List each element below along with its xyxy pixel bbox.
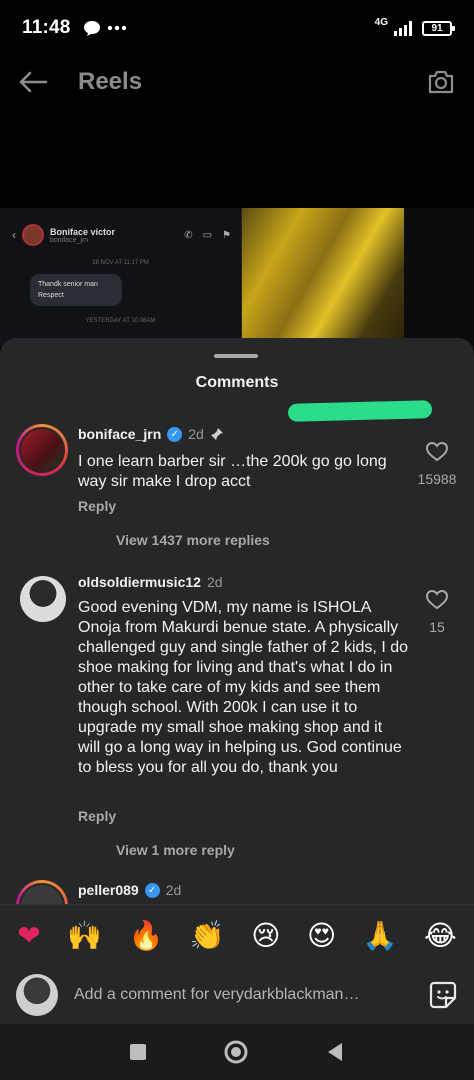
comment-age: 2d: [206, 574, 223, 590]
verified-badge-icon: ✓: [144, 882, 160, 898]
more-notifications-icon: [107, 25, 126, 31]
emoji-pray-button[interactable]: 🙏: [363, 921, 398, 950]
view-replies-button[interactable]: View 1 more reply: [116, 842, 235, 858]
avatar[interactable]: [20, 576, 66, 622]
avatar: [16, 974, 58, 1016]
comment-input[interactable]: Add a comment for verydarkblackman…: [74, 986, 359, 1004]
battery-icon: 91: [422, 20, 455, 36]
avatar: [22, 224, 44, 246]
dm-screenshot: ‹ Boniface victor boniface_jrn ✆ ▭ ⚑ 28 …: [0, 208, 242, 348]
reply-button[interactable]: Reply: [78, 498, 116, 514]
pin-icon: [210, 428, 223, 440]
chevron-left-icon: ‹: [12, 228, 16, 242]
reply-button[interactable]: Reply: [78, 808, 116, 824]
like-count: 15988: [417, 471, 457, 487]
battery-level: 91: [431, 22, 443, 34]
comment-composer: Add a comment for verydarkblackman…: [0, 966, 474, 1024]
flag-icon: ⚑: [222, 229, 231, 241]
view-replies-button[interactable]: View 1437 more replies: [116, 532, 270, 548]
status-time: 11:48: [22, 17, 71, 38]
emoji-laugh-button[interactable]: 😂: [424, 921, 457, 950]
heart-icon[interactable]: [425, 441, 449, 462]
comment-username[interactable]: peller089: [78, 882, 139, 898]
comment-age: 2d: [165, 882, 182, 898]
back-button-icon[interactable]: [324, 1041, 346, 1063]
avatar[interactable]: [16, 424, 68, 476]
video-artwork: [242, 208, 404, 348]
verified-badge-icon: ✓: [167, 426, 183, 442]
page-title: Reels: [78, 68, 143, 95]
comment-text: Good evening VDM, my name is ISHOLA Onoj…: [78, 599, 408, 776]
dm-date: YESTERDAY AT 10:06AM: [85, 318, 156, 324]
highlight-mark: [287, 400, 433, 422]
signal-icon: [394, 21, 412, 36]
sticker-icon[interactable]: [428, 980, 458, 1010]
back-arrow-icon[interactable]: [18, 71, 48, 93]
sheet-title: Comments: [195, 374, 279, 391]
emoji-heart-eyes-button[interactable]: 😍: [307, 921, 336, 950]
reel-video-preview[interactable]: ‹ Boniface victor boniface_jrn ✆ ▭ ⚑ 28 …: [0, 208, 474, 348]
video-icon: ▭: [202, 229, 213, 241]
emoji-raised-hands-button[interactable]: 🙌: [67, 921, 102, 950]
comment-age: 2d: [188, 426, 204, 442]
dm-handle: boniface_jrn: [50, 236, 89, 244]
recents-button-icon[interactable]: [128, 1042, 148, 1062]
dm-name: Boniface victor: [50, 226, 116, 237]
emoji-fire-button[interactable]: 🔥: [129, 921, 164, 950]
emoji-clap-button[interactable]: 👏: [190, 921, 225, 950]
emoji-reaction-bar: ❤ 🙌 🔥 👏 😢 😍 🙏 😂: [0, 904, 474, 966]
drag-handle[interactable]: [214, 354, 258, 358]
comment-username[interactable]: oldsoldiermusic12: [78, 574, 201, 590]
message-notification-icon: [83, 21, 100, 36]
heart-icon[interactable]: [425, 589, 449, 610]
home-button-icon[interactable]: [223, 1039, 249, 1065]
dm-message: Thandk senior man Respect: [30, 274, 122, 306]
like-count: 15: [429, 619, 445, 635]
system-nav-bar: [0, 1024, 474, 1080]
dm-date: 28 NOV AT 11:17 PM: [92, 260, 149, 266]
comment-username[interactable]: boniface_jrn: [78, 426, 161, 442]
emoji-heart-button[interactable]: ❤: [17, 921, 40, 950]
emoji-cry-button[interactable]: 😢: [251, 921, 280, 950]
status-bar: 11:48 4G 91: [0, 0, 474, 56]
camera-icon[interactable]: [426, 68, 456, 96]
reels-header: Reels: [0, 56, 474, 108]
phone-icon: ✆: [184, 229, 193, 241]
network-label: 4G: [374, 17, 388, 28]
comment-text: I one learn barber sir …the 200k go go l…: [78, 453, 387, 490]
